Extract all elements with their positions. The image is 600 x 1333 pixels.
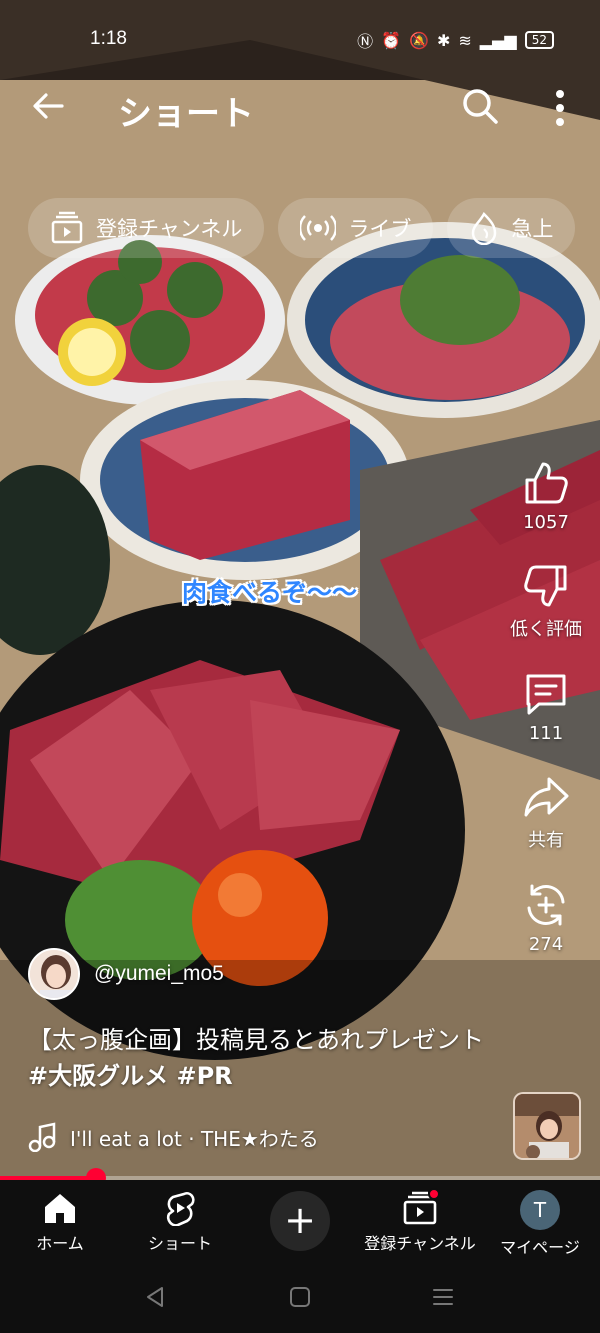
nav-shorts[interactable]: ショート	[120, 1190, 240, 1254]
search-icon	[463, 89, 498, 124]
channel-info[interactable]: @yumei_mo5	[28, 948, 224, 1000]
account-avatar: T	[520, 1190, 560, 1230]
status-time: 1:18	[90, 28, 127, 49]
action-bar: 1057 低く評価 111 共有 274	[506, 460, 586, 985]
menu-recents-icon	[433, 1289, 453, 1305]
chip-live[interactable]: ライブ	[278, 198, 434, 258]
search-button[interactable]	[460, 86, 500, 126]
video-caption: 肉食べるぞ〜〜	[182, 578, 358, 607]
square-home-icon	[290, 1287, 310, 1307]
nav-mypage-label: マイページ	[500, 1238, 580, 1257]
system-recents-button[interactable]	[430, 1284, 456, 1314]
system-back-button[interactable]	[142, 1284, 168, 1314]
dislike-label: 低く評価	[510, 619, 582, 640]
filter-chips: 登録チャンネル ライブ 急上	[28, 198, 576, 258]
shorts-icon	[166, 1192, 195, 1226]
triangle-back-icon	[147, 1287, 163, 1307]
nav-shorts-label: ショート	[147, 1234, 212, 1253]
live-icon	[300, 215, 337, 241]
remix-count: 274	[528, 934, 564, 955]
nav-subscriptions[interactable]: 登録チャンネル	[360, 1188, 480, 1254]
comment-icon	[526, 674, 566, 715]
like-count: 1057	[523, 512, 569, 533]
thumbs-down-icon	[524, 565, 567, 607]
signal-icon: ▂▄▆	[479, 30, 517, 50]
nav-home[interactable]: ホーム	[0, 1190, 120, 1254]
page-title: ショート	[118, 95, 254, 133]
status-icons: Ⓝ ⏰ 🔕 ✱ ≋ ▂▄▆ 52	[357, 28, 554, 52]
thumbs-up-icon	[525, 462, 568, 504]
remix-icon	[527, 884, 565, 926]
trending-icon	[472, 211, 497, 245]
music-note-icon	[28, 1122, 56, 1152]
music-thumbnail[interactable]	[513, 1092, 581, 1160]
music-track: I'll eat a lot · THE★わたる	[70, 1126, 319, 1151]
description-hashtags[interactable]: #大阪グルメ #PR	[28, 1062, 233, 1090]
chip-label: ライブ	[348, 217, 412, 241]
home-icon	[45, 1194, 75, 1223]
system-navigation-bar	[0, 1270, 600, 1333]
notification-dot	[428, 1188, 440, 1200]
channel-avatar[interactable]	[28, 948, 80, 1000]
plus-icon: +	[284, 1198, 316, 1242]
like-button[interactable]: 1057	[506, 460, 586, 533]
system-home-button[interactable]	[287, 1284, 313, 1314]
chip-label: 登録チャンネル	[96, 217, 243, 241]
wifi-icon: ≋	[458, 30, 472, 50]
video-description[interactable]: 【太っ腹企画】投稿見るとあれプレゼント #大阪グルメ #PR	[28, 1022, 498, 1094]
share-icon	[524, 777, 569, 817]
music-info[interactable]: I'll eat a lot · THE★わたる	[28, 1122, 319, 1152]
description-text: 【太っ腹企画】投稿見るとあれプレゼント	[28, 1026, 484, 1054]
music-thumbnail-image	[515, 1094, 579, 1158]
share-label: 共有	[528, 830, 564, 851]
chip-subscriptions[interactable]: 登録チャンネル	[28, 198, 265, 258]
comment-button[interactable]: 111	[506, 671, 586, 744]
channel-handle[interactable]: @yumei_mo5	[94, 962, 224, 986]
top-bar: ショート	[0, 76, 600, 140]
status-bar: 1:18 Ⓝ ⏰ 🔕 ✱ ≋ ▂▄▆ 52	[0, 0, 600, 80]
chip-trending[interactable]: 急上	[447, 198, 576, 258]
nav-mypage[interactable]: T マイページ	[480, 1190, 600, 1258]
mute-icon: 🔕	[409, 30, 429, 50]
bluetooth-icon: ✱	[436, 30, 451, 50]
more-vert-icon	[556, 90, 564, 126]
comment-count: 111	[528, 723, 564, 744]
share-button[interactable]: 共有	[506, 774, 586, 852]
chip-label: 急上	[511, 217, 554, 241]
nfc-icon: Ⓝ	[357, 32, 374, 51]
bottom-navigation: ホーム ショート + 登録チャンネル T マイページ	[0, 1180, 600, 1270]
dislike-button[interactable]: 低く評価	[506, 563, 586, 641]
more-options-button[interactable]	[545, 86, 575, 130]
alarm-icon: ⏰	[381, 30, 402, 50]
back-button[interactable]	[28, 86, 68, 126]
channel-avatar-image	[30, 950, 78, 998]
create-button[interactable]: +	[270, 1191, 330, 1251]
battery-icon: 52	[524, 31, 554, 49]
nav-home-label: ホーム	[36, 1234, 84, 1253]
subscriptions-icon	[51, 211, 83, 244]
remix-button[interactable]: 274	[506, 882, 586, 955]
nav-subscriptions-label: 登録チャンネル	[364, 1234, 476, 1253]
back-arrow-icon	[33, 93, 64, 119]
